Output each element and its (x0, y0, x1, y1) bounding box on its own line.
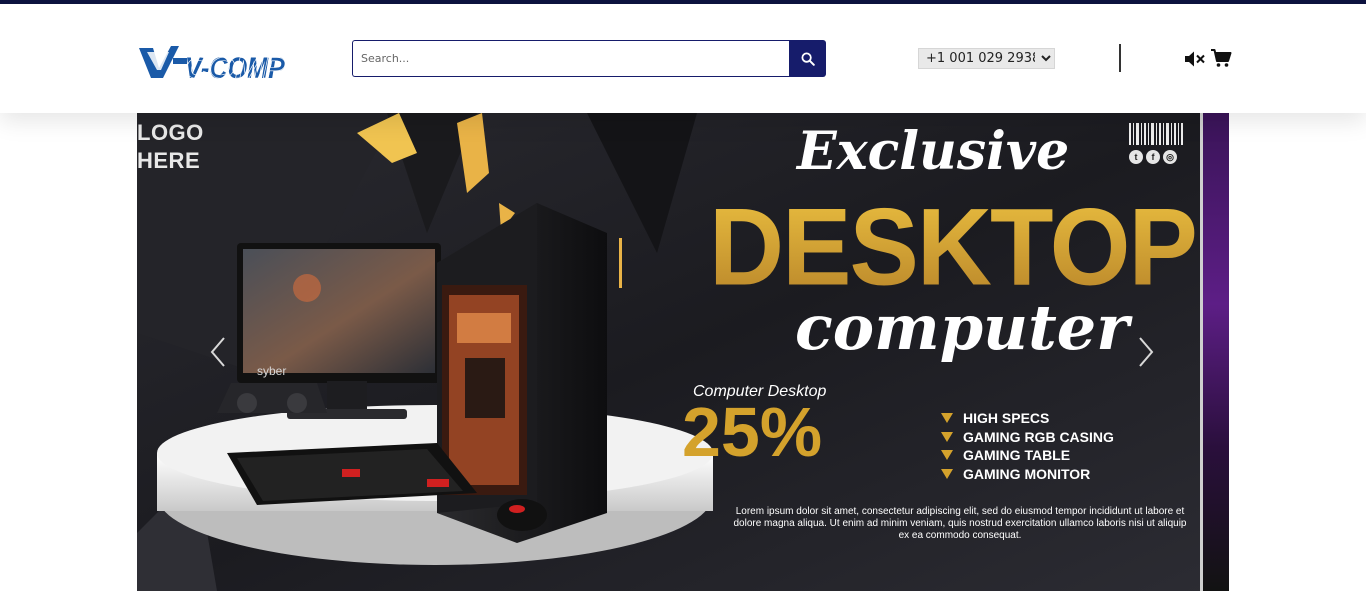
search-input[interactable] (352, 40, 789, 77)
site-header: V-COMP COMP +1 001 029 2938 (0, 4, 1366, 113)
headline-script: Exclusive (797, 121, 1070, 182)
instagram-icon[interactable]: ◎ (1163, 150, 1177, 164)
banner-logo-line2: HERE (137, 148, 201, 173)
slider-next-arrow[interactable] (1135, 335, 1157, 369)
hero-slider: syber LOGO HERE t f ◎ Exclusive DESKTOP … (137, 113, 1229, 591)
svg-text:COMP: COMP (185, 52, 286, 82)
feature-text: HIGH SPECS (963, 410, 1050, 427)
headline-main: DESKTOP (709, 186, 1198, 309)
feature-item: HIGH SPECS (941, 409, 1114, 428)
offer-value: 25% (682, 393, 823, 471)
feature-list: HIGH SPECS GAMING RGB CASING GAMING TABL… (941, 409, 1114, 483)
feature-item: GAMING MONITOR (941, 465, 1114, 484)
feature-item: GAMING TABLE (941, 446, 1114, 465)
search-icon (801, 52, 815, 66)
barcode-icon (1129, 123, 1183, 145)
banner-body-text: Lorem ipsum dolor sit amet, consectetur … (733, 506, 1187, 541)
search-button[interactable] (789, 40, 826, 77)
search-bar (352, 40, 826, 77)
banner-logo-line1: LOGO (137, 120, 204, 145)
headline-sub: computer (795, 291, 1129, 364)
social-icons: t f ◎ (1129, 150, 1177, 164)
slider-prev-arrow[interactable] (207, 335, 229, 369)
banner-logo-placeholder: LOGO HERE (137, 119, 204, 175)
feature-text: GAMING RGB CASING (963, 428, 1114, 445)
triangle-bullet-icon (941, 450, 953, 461)
monitor-brand: syber (257, 364, 286, 378)
feature-text: GAMING TABLE (963, 447, 1071, 464)
phone-select[interactable]: +1 001 029 2938 (918, 48, 1055, 69)
triangle-bullet-icon (941, 413, 953, 424)
facebook-icon[interactable]: f (1146, 150, 1160, 164)
header-divider (1119, 44, 1121, 72)
next-slide-preview (1203, 113, 1229, 591)
twitter-icon[interactable]: t (1129, 150, 1143, 164)
triangle-bullet-icon (941, 468, 953, 479)
vcomp-logo[interactable]: V-COMP COMP (137, 42, 287, 82)
feature-text: GAMING MONITOR (963, 465, 1091, 482)
mute-icon[interactable] (1184, 50, 1206, 68)
cart-icon[interactable] (1210, 48, 1232, 68)
feature-item: GAMING RGB CASING (941, 428, 1114, 447)
triangle-bullet-icon (941, 431, 953, 442)
